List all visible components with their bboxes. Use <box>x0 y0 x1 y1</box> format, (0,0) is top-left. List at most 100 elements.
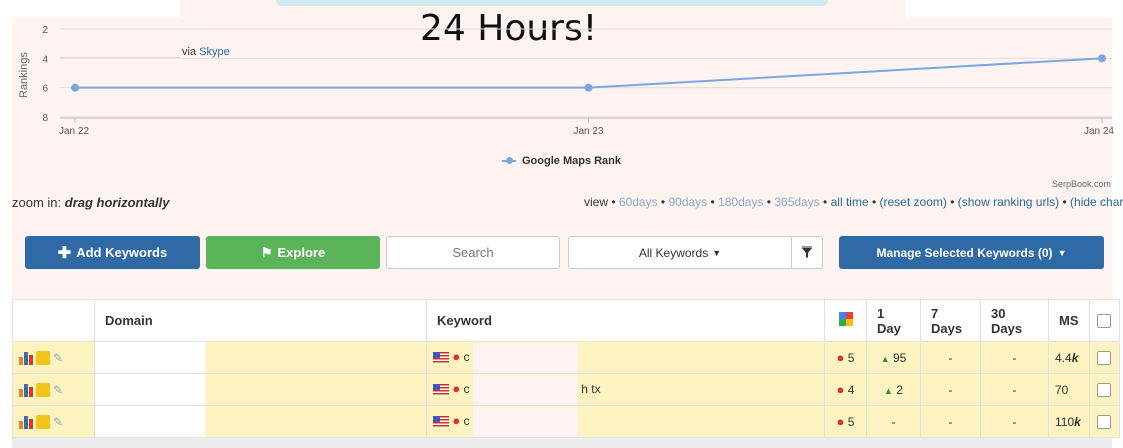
caret-down-icon: ▼ <box>1057 247 1067 258</box>
data-point[interactable] <box>1098 54 1106 63</box>
chart-icon[interactable] <box>19 415 33 429</box>
search-input[interactable] <box>386 236 560 269</box>
explore-button[interactable]: ⚑ Explore <box>206 236 380 269</box>
change-1-day-value: - <box>891 414 896 429</box>
row-actions: ✎ <box>12 405 95 438</box>
rank-value: 5 <box>847 415 855 429</box>
domain-cell <box>94 405 427 438</box>
chart-credit[interactable]: SerpBook.com <box>1052 179 1111 189</box>
data-point[interactable] <box>584 83 593 92</box>
view-separator: • <box>819 195 828 209</box>
header-keyword[interactable]: Keyword <box>426 299 825 342</box>
header-actions <box>12 299 95 342</box>
note-icon[interactable] <box>36 382 50 397</box>
view-option-90days[interactable]: 90days <box>668 195 707 209</box>
change-30-days-cell: - <box>980 373 1049 406</box>
row-checkbox[interactable] <box>1097 382 1112 397</box>
keyword-prefix: c <box>463 413 470 428</box>
map-pin-icon: ● <box>452 348 461 364</box>
view-separator: • <box>868 195 877 209</box>
change-1-day-value: 2 <box>896 382 903 397</box>
keyword-filter-value: All Keywords <box>638 245 709 260</box>
view-option-hide-chart[interactable]: (hide chart) <box>1070 195 1123 209</box>
table-row[interactable]: ✎ ● c ● 5 - - - 110k <box>12 405 1120 438</box>
note-icon[interactable] <box>36 414 50 429</box>
keyword-cell[interactable]: ● c <box>426 341 825 374</box>
series-line-google-maps-rank <box>75 57 1103 89</box>
row-actions: ✎ <box>12 341 95 374</box>
view-option-all-time[interactable]: all time <box>831 195 869 209</box>
view-option-180days[interactable]: 180days <box>718 195 763 209</box>
header-30-days[interactable]: 30 Days <box>980 299 1049 342</box>
chart-legend[interactable]: Google Maps Rank <box>502 155 621 167</box>
select-cell[interactable] <box>1088 405 1120 438</box>
rank-value: 5 <box>847 351 855 365</box>
header-1-day[interactable]: 1 Day <box>866 299 921 342</box>
add-keywords-label: Add Keywords <box>76 245 168 260</box>
edit-icon[interactable]: ✎ <box>53 415 63 429</box>
header-select-all[interactable] <box>1088 299 1120 342</box>
flag-icon: ⚑ <box>260 244 273 260</box>
keywords-table: Domain Keyword 1 Day 7 Days 30 Days MS ✎ <box>12 299 1120 438</box>
row-checkbox[interactable] <box>1097 350 1112 365</box>
ms-unit: k <box>1071 350 1079 365</box>
table-row[interactable]: ✎ ● c ● 5 ▲ 95 - - 4.4k <box>12 341 1120 374</box>
change-7-days-cell: - <box>920 405 981 438</box>
view-option-reset-zoom[interactable]: (reset zoom) <box>880 195 947 209</box>
caret-down-icon: ▼ <box>712 247 722 258</box>
keyword-redacted <box>472 342 578 373</box>
map-pin-icon: ● <box>836 382 845 397</box>
data-point[interactable] <box>71 83 79 92</box>
edit-icon[interactable]: ✎ <box>53 383 63 397</box>
ms-value: 70 <box>1055 382 1069 397</box>
view-label: view • <box>584 195 616 209</box>
select-cell[interactable] <box>1088 373 1120 406</box>
keyword-cell[interactable]: ● c h tx <box>426 373 825 406</box>
keyword-cell[interactable]: ● c <box>426 405 825 438</box>
funnel-icon <box>802 246 812 258</box>
table-row[interactable]: ✎ ● c h tx ● 4 ▲ 2 - - 70 <box>12 373 1120 406</box>
keyword-suffix: h tx <box>581 381 601 396</box>
plus-icon: ✚ <box>57 244 72 262</box>
table-footer-strip <box>12 438 1112 448</box>
ms-cell: 4.4k <box>1048 341 1090 374</box>
note-icon[interactable] <box>36 350 50 365</box>
map-pin-icon: ● <box>836 350 845 365</box>
us-flag-icon <box>433 352 449 363</box>
up-arrow-icon: ▲ <box>880 353 890 364</box>
keyword-redacted <box>472 406 578 437</box>
edit-icon[interactable]: ✎ <box>53 351 63 365</box>
manage-selected-keywords-button[interactable]: Manage Selected Keywords (0) ▼ <box>839 236 1104 269</box>
header-google[interactable] <box>824 299 867 342</box>
chart-icon[interactable] <box>19 383 33 397</box>
y-tick-label: 4 <box>42 54 48 65</box>
map-pin-icon: ● <box>452 412 461 428</box>
add-keywords-button[interactable]: ✚ Add Keywords <box>25 236 200 269</box>
change-1-day-cell: ▲ 95 <box>866 341 921 374</box>
keyword-redacted <box>472 374 578 405</box>
view-option-show-ranking-urls[interactable]: (show ranking urls) <box>958 195 1059 209</box>
ms-cell: 110k <box>1048 405 1090 438</box>
select-cell[interactable] <box>1088 341 1120 374</box>
rank-cell: ● 5 <box>824 405 867 438</box>
view-option-60days[interactable]: 60days <box>619 195 658 209</box>
rank-cell: ● 4 <box>824 373 867 406</box>
header-7-days[interactable]: 7 Days <box>920 299 981 342</box>
us-flag-icon <box>433 384 449 395</box>
legend-series-name: Google Maps Rank <box>522 155 622 167</box>
map-pin-icon: ● <box>836 414 845 429</box>
chart-icon[interactable] <box>19 351 33 365</box>
y-tick-label: 6 <box>42 84 48 95</box>
filter-button[interactable] <box>791 237 822 268</box>
legend-line-marker <box>502 157 516 164</box>
select-all-checkbox[interactable] <box>1097 314 1112 329</box>
header-ms[interactable]: MS <box>1048 299 1090 342</box>
view-separator: • <box>1059 195 1067 209</box>
keyword-filter-dropdown[interactable]: All Keywords ▼ <box>569 237 791 268</box>
rank-cell: ● 5 <box>824 341 867 374</box>
view-option-365days[interactable]: 365days <box>774 195 819 209</box>
header-domain[interactable]: Domain <box>94 299 427 342</box>
rankings-chart[interactable]: 2 4 6 8 Jan 22 Jan 23 Jan 24 <box>0 0 1123 175</box>
keyword-filter-select[interactable]: All Keywords ▼ <box>568 236 823 269</box>
row-checkbox[interactable] <box>1097 414 1112 429</box>
